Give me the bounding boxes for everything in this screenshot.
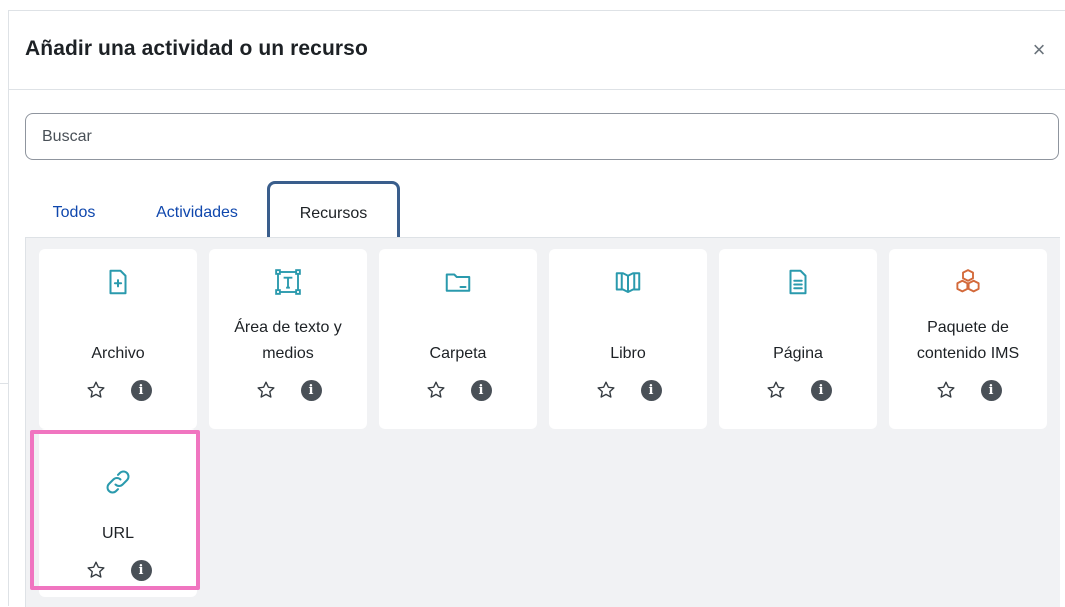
item-label: Área de texto y medios	[234, 319, 342, 362]
info-icon[interactable]: i	[640, 379, 662, 401]
item-card-area-de-texto[interactable]: Área de texto y medios i	[209, 249, 367, 429]
tab-bar: Todos Actividades Recursos	[25, 181, 1059, 239]
search-input[interactable]	[25, 113, 1059, 160]
star-icon[interactable]	[765, 379, 787, 401]
item-label: Carpeta	[429, 345, 487, 362]
link-icon	[39, 467, 197, 499]
item-label: Archivo	[91, 345, 145, 362]
item-actions: i	[719, 379, 877, 401]
item-actions: i	[549, 379, 707, 401]
star-icon[interactable]	[255, 379, 277, 401]
item-actions: i	[889, 379, 1047, 401]
item-card-paquete-ims[interactable]: Paquete de contenido IMS i	[889, 249, 1047, 429]
info-icon[interactable]: i	[300, 379, 322, 401]
item-label: Paquete de contenido IMS	[916, 319, 1020, 362]
item-card-libro[interactable]: Libro i	[549, 249, 707, 429]
item-label: Libro	[610, 345, 646, 362]
info-icon[interactable]: i	[980, 379, 1002, 401]
item-card-url[interactable]: URL i	[39, 429, 197, 597]
package-icon	[889, 267, 1047, 299]
folder-icon	[379, 267, 537, 299]
items-panel: Archivo i Área de texto y medios i Carpe…	[25, 237, 1060, 607]
info-icon[interactable]: i	[470, 379, 492, 401]
item-actions: i	[39, 559, 197, 581]
tab-todos[interactable]: Todos	[43, 181, 105, 239]
file-plus-icon	[39, 267, 197, 299]
star-icon[interactable]	[85, 379, 107, 401]
activity-chooser-dialog: Añadir una actividad o un recurso × Todo…	[8, 10, 1065, 607]
page-icon	[719, 267, 877, 299]
text-area-icon	[209, 267, 367, 299]
close-icon[interactable]: ×	[1030, 39, 1048, 61]
dialog-title: Añadir una actividad o un recurso	[25, 37, 368, 60]
item-label: URL	[101, 525, 134, 542]
item-card-pagina[interactable]: Página i	[719, 249, 877, 429]
star-icon[interactable]	[595, 379, 617, 401]
background-divider	[0, 383, 8, 384]
background-page	[0, 0, 8, 605]
item-actions: i	[209, 379, 367, 401]
info-icon[interactable]: i	[130, 379, 152, 401]
star-icon[interactable]	[425, 379, 447, 401]
dialog-header: Añadir una actividad o un recurso ×	[9, 11, 1065, 90]
item-label: Página	[773, 345, 823, 362]
book-icon	[549, 267, 707, 299]
info-icon[interactable]: i	[810, 379, 832, 401]
tab-recursos[interactable]: Recursos	[267, 181, 400, 239]
item-actions: i	[39, 379, 197, 401]
item-actions: i	[379, 379, 537, 401]
info-icon[interactable]: i	[130, 559, 152, 581]
star-icon[interactable]	[935, 379, 957, 401]
star-icon[interactable]	[85, 559, 107, 581]
tab-actividades[interactable]: Actividades	[145, 181, 249, 239]
item-card-archivo[interactable]: Archivo i	[39, 249, 197, 429]
item-card-carpeta[interactable]: Carpeta i	[379, 249, 537, 429]
